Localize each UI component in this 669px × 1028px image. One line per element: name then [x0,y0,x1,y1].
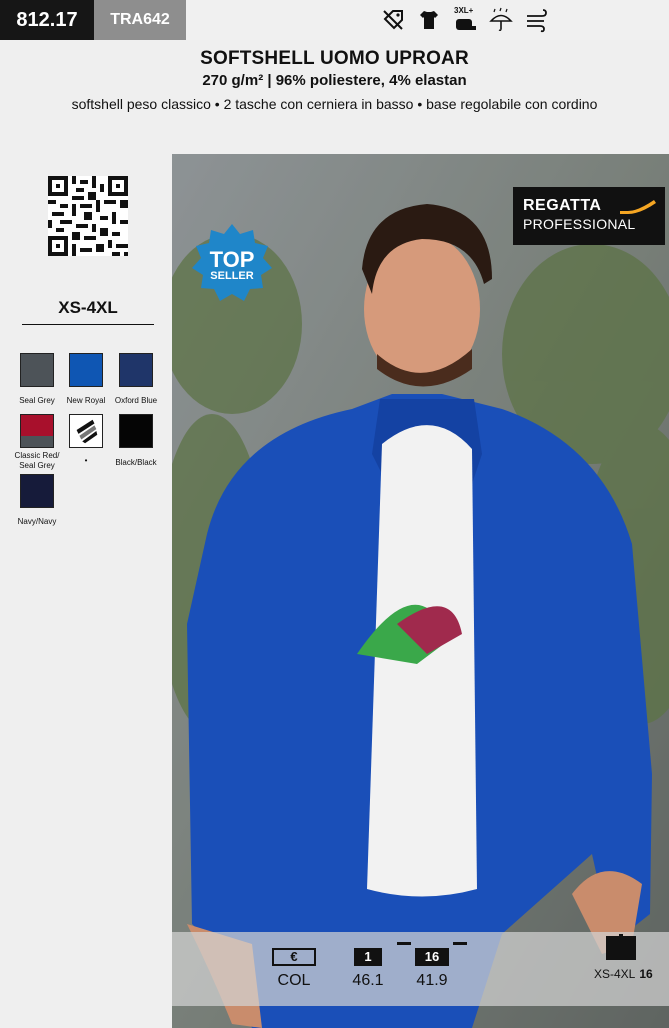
swatch-fill-top [21,415,53,437]
swatch-fill-bottom [21,436,53,447]
feature-icons: 3XL+ [380,6,550,34]
tier1-qty: 1 [354,948,382,966]
tshirt-icon [416,7,442,33]
product-header: SOFTSHELL UOMO UPROAR 270 g/m² | 96% pol… [0,40,669,154]
product-description: softshell peso classico • 2 tasche con c… [71,96,598,112]
qr-code-icon[interactable] [48,176,128,256]
product-code: TRA642 [94,0,186,40]
color-swatch-new-royal[interactable] [69,353,103,387]
color-label: Seal Grey [19,396,55,405]
size-tag-icon: 3XL+ [452,6,478,33]
color-label: Navy/Navy [17,517,57,526]
color-label: Oxford Blue [114,396,158,405]
umbrella-rain-icon [488,7,514,33]
color-label: Black/Black [115,458,157,467]
currency-box: € [272,948,316,966]
size-tag-label: 3XL+ [454,6,474,15]
price-column-tier2: 16 41.9 [397,942,467,990]
brand-logo: REGATTA PROFESSIONAL [513,187,665,245]
fabric-icon [76,419,98,444]
color-label: • [84,456,88,465]
swatch-fill [70,354,102,386]
tier2-qty: 16 [397,942,467,966]
color-swatch-black-black[interactable] [119,414,153,448]
product-subtitle: 270 g/m² | 96% poliestere, 4% elastan [202,72,467,89]
color-swatch-seal-grey[interactable] [20,353,54,387]
color-label: New Royal [66,396,106,405]
product-title: SOFTSHELL UOMO UPROAR [200,48,469,69]
tier2-price: 41.9 [416,972,448,989]
carton-info: XS-4XL 16 [594,967,653,981]
color-swatch-multi[interactable] [69,414,103,448]
carton-box-icon [606,934,636,960]
top-seller-line2: SELLER [210,270,254,282]
carton-qty: 16 [639,967,653,981]
carton-sizes: XS-4XL [594,967,636,981]
discount-tag-icon [380,7,406,33]
brand-subtitle: PROFESSIONAL [523,216,636,232]
swatch-fill [120,415,152,447]
sidebar: XS-4XL Seal Grey New Royal Oxford Blue C… [0,154,172,1028]
wind-icon [524,7,550,33]
page-number: 812.17 [0,0,94,40]
color-swatch-oxford-blue[interactable] [119,353,153,387]
brand-swoosh-icon [620,200,656,214]
swatch-fill [21,475,53,507]
color-swatch-navy-navy[interactable] [20,474,54,508]
price-column-currency: € COL [272,948,316,990]
size-range: XS-4XL [22,298,154,325]
tier1-price: 46.1 [352,972,384,989]
color-label: Classic Red/ Seal Grey [14,451,60,470]
color-swatch-classic-red-seal-grey[interactable] [20,414,54,448]
swatch-fill [120,354,152,386]
swatch-fill [21,354,53,386]
price-column-tier1: 1 46.1 [346,948,390,990]
currency-label: COL [277,972,311,989]
